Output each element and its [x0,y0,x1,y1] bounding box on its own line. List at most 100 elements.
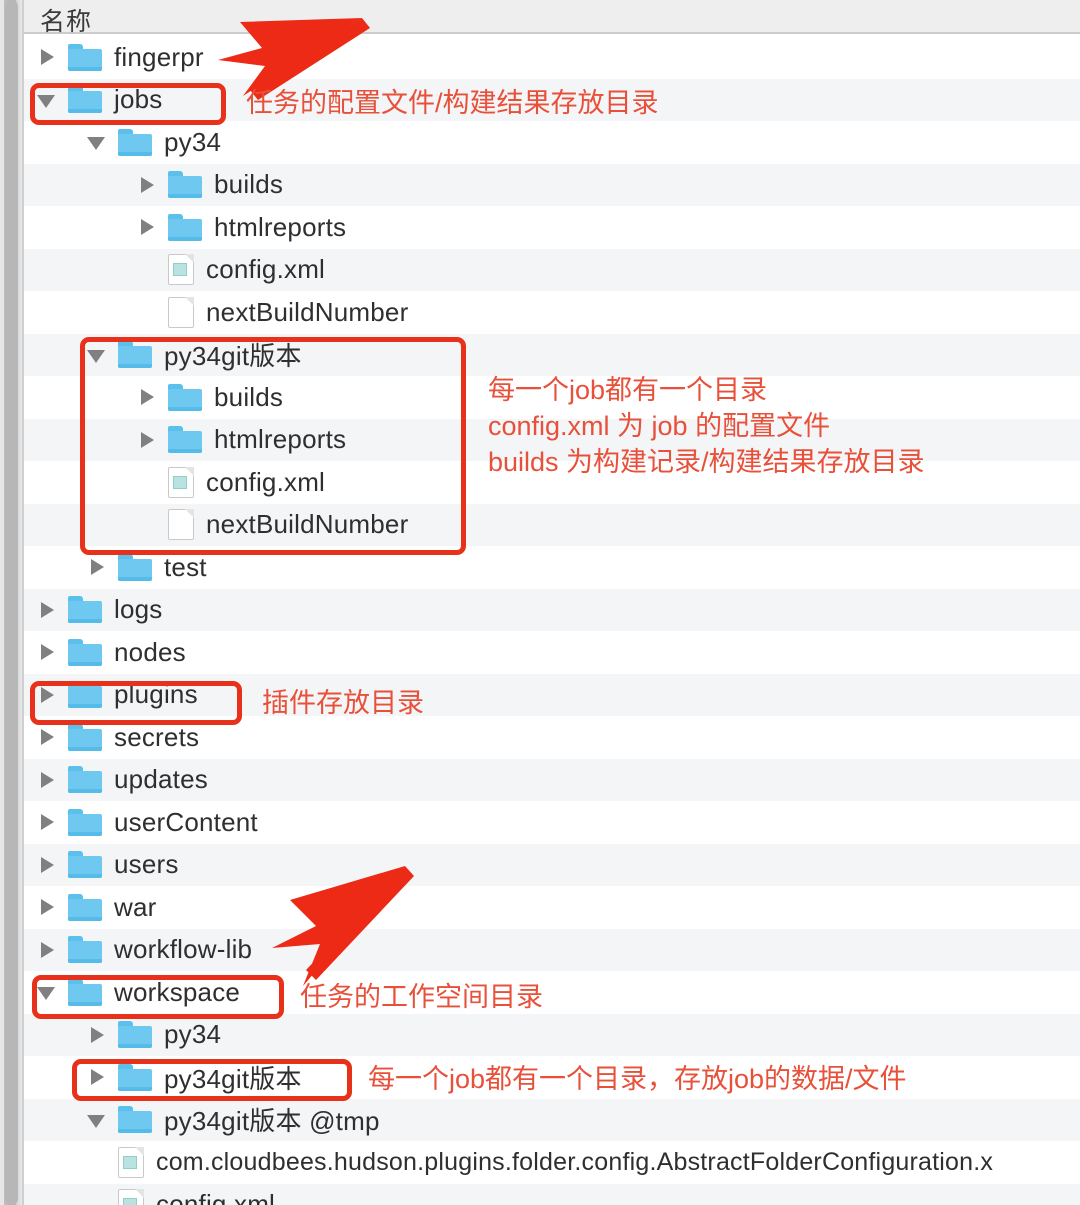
twisty-placeholder [136,471,158,493]
tree-row[interactable]: test [24,546,1080,589]
tree-row-label: py34git版本 [164,1063,302,1094]
tree-row-label: py34git版本 @tmp [164,1106,380,1137]
tree-row[interactable]: htmlreports [24,418,1080,461]
tree-row-label: workspace [114,976,241,1007]
chevron-right-icon[interactable] [36,811,58,833]
folder-icon [68,766,102,794]
twisty-placeholder [86,1194,108,1205]
tree-row[interactable]: config.xml [24,461,1080,504]
chevron-right-icon[interactable] [136,386,158,408]
tree-row[interactable]: userContent [24,801,1080,844]
tree-row-label: nodes [114,636,186,667]
chevron-right-icon[interactable] [86,1024,108,1046]
xml-file-icon [118,1189,144,1205]
folder-icon [118,1021,152,1049]
tree-row-label: plugins [114,679,198,710]
chevron-right-icon[interactable] [36,854,58,876]
chevron-down-icon[interactable] [86,131,108,153]
tree-row-label: htmlreports [214,211,347,242]
tree-row-label: userContent [114,806,258,837]
tree-row[interactable]: fingerpr [24,36,1080,79]
tree-row[interactable]: users [24,843,1080,886]
tree-row[interactable]: jobs [24,78,1080,121]
folder-icon [68,86,102,114]
folder-icon [68,936,102,964]
folder-icon [118,1106,152,1134]
file-tree[interactable]: fingerpr jobs py34 builds htmlreports config.… [24,36,1080,1205]
chevron-right-icon[interactable] [36,726,58,748]
chevron-right-icon[interactable] [86,1066,108,1088]
twisty-placeholder [86,1151,108,1173]
tree-row-label: fingerpr [114,41,204,72]
tree-row[interactable]: config.xml [24,1183,1080,1205]
chevron-right-icon[interactable] [36,641,58,663]
folder-icon [118,128,152,156]
tree-row[interactable]: logs [24,588,1080,631]
twisty-placeholder [136,514,158,536]
tree-row-label: nextBuildNumber [206,296,409,327]
tree-row-label: users [114,849,179,880]
tree-row-label: war [114,891,157,922]
folder-icon [68,681,102,709]
xml-file-icon [168,254,194,286]
folder-icon [68,596,102,624]
tree-row-label: config.xml [156,1189,276,1205]
tree-row[interactable]: py34git版本 [24,1056,1080,1099]
chevron-right-icon[interactable] [36,599,58,621]
tree-row[interactable]: builds [24,163,1080,206]
tree-row[interactable]: py34 [24,121,1080,164]
twisty-placeholder [136,301,158,323]
tree-row[interactable]: py34git版本 [24,333,1080,376]
tree-row-label: py34 [164,1019,222,1050]
chevron-right-icon[interactable] [36,896,58,918]
folder-icon [118,1063,152,1091]
tree-row-label: htmlreports [214,424,347,455]
tree-row-label: secrets [114,721,200,752]
folder-icon [118,341,152,369]
tree-row-label: jobs [114,84,163,115]
tree-row[interactable]: war [24,886,1080,929]
column-header[interactable]: 名称 [24,0,1080,36]
tree-row[interactable]: plugins [24,673,1080,716]
chevron-down-icon[interactable] [36,981,58,1003]
xml-file-icon [118,1146,144,1178]
window-left-edge [0,0,24,1205]
tree-row-label: py34 [164,126,222,157]
chevron-right-icon[interactable] [86,556,108,578]
tree-row[interactable]: updates [24,758,1080,801]
chevron-right-icon[interactable] [36,939,58,961]
tree-row[interactable]: py34 [24,1013,1080,1056]
folder-icon [168,426,202,454]
chevron-down-icon[interactable] [86,344,108,366]
tree-row[interactable]: nextBuildNumber [24,503,1080,546]
tree-row-label: logs [114,594,163,625]
tree-row-label: test [164,551,207,582]
folder-icon [68,893,102,921]
twisty-placeholder [136,259,158,281]
tree-row-label: builds [214,169,284,200]
file-icon [168,509,194,541]
tree-row[interactable]: secrets [24,716,1080,759]
tree-row[interactable]: builds [24,376,1080,419]
tree-row[interactable]: workspace [24,971,1080,1014]
chevron-down-icon[interactable] [86,1109,108,1131]
tree-row[interactable]: workflow-lib [24,928,1080,971]
folder-icon [68,723,102,751]
tree-row[interactable]: com.cloudbees.hudson.plugins.folder.conf… [24,1141,1080,1184]
chevron-down-icon[interactable] [36,89,58,111]
tree-row[interactable]: py34git版本 @tmp [24,1098,1080,1141]
vertical-scrollbar-thumb[interactable] [5,0,18,1205]
xml-file-icon [168,466,194,498]
chevron-right-icon[interactable] [136,216,158,238]
folder-icon [168,213,202,241]
chevron-right-icon[interactable] [36,769,58,791]
tree-row[interactable]: htmlreports [24,206,1080,249]
chevron-right-icon[interactable] [36,46,58,68]
chevron-right-icon[interactable] [136,429,158,451]
tree-row[interactable]: nextBuildNumber [24,291,1080,334]
tree-row[interactable]: config.xml [24,248,1080,291]
tree-row-label: com.cloudbees.hudson.plugins.folder.conf… [156,1147,994,1176]
chevron-right-icon[interactable] [136,174,158,196]
chevron-right-icon[interactable] [36,684,58,706]
tree-row[interactable]: nodes [24,631,1080,674]
